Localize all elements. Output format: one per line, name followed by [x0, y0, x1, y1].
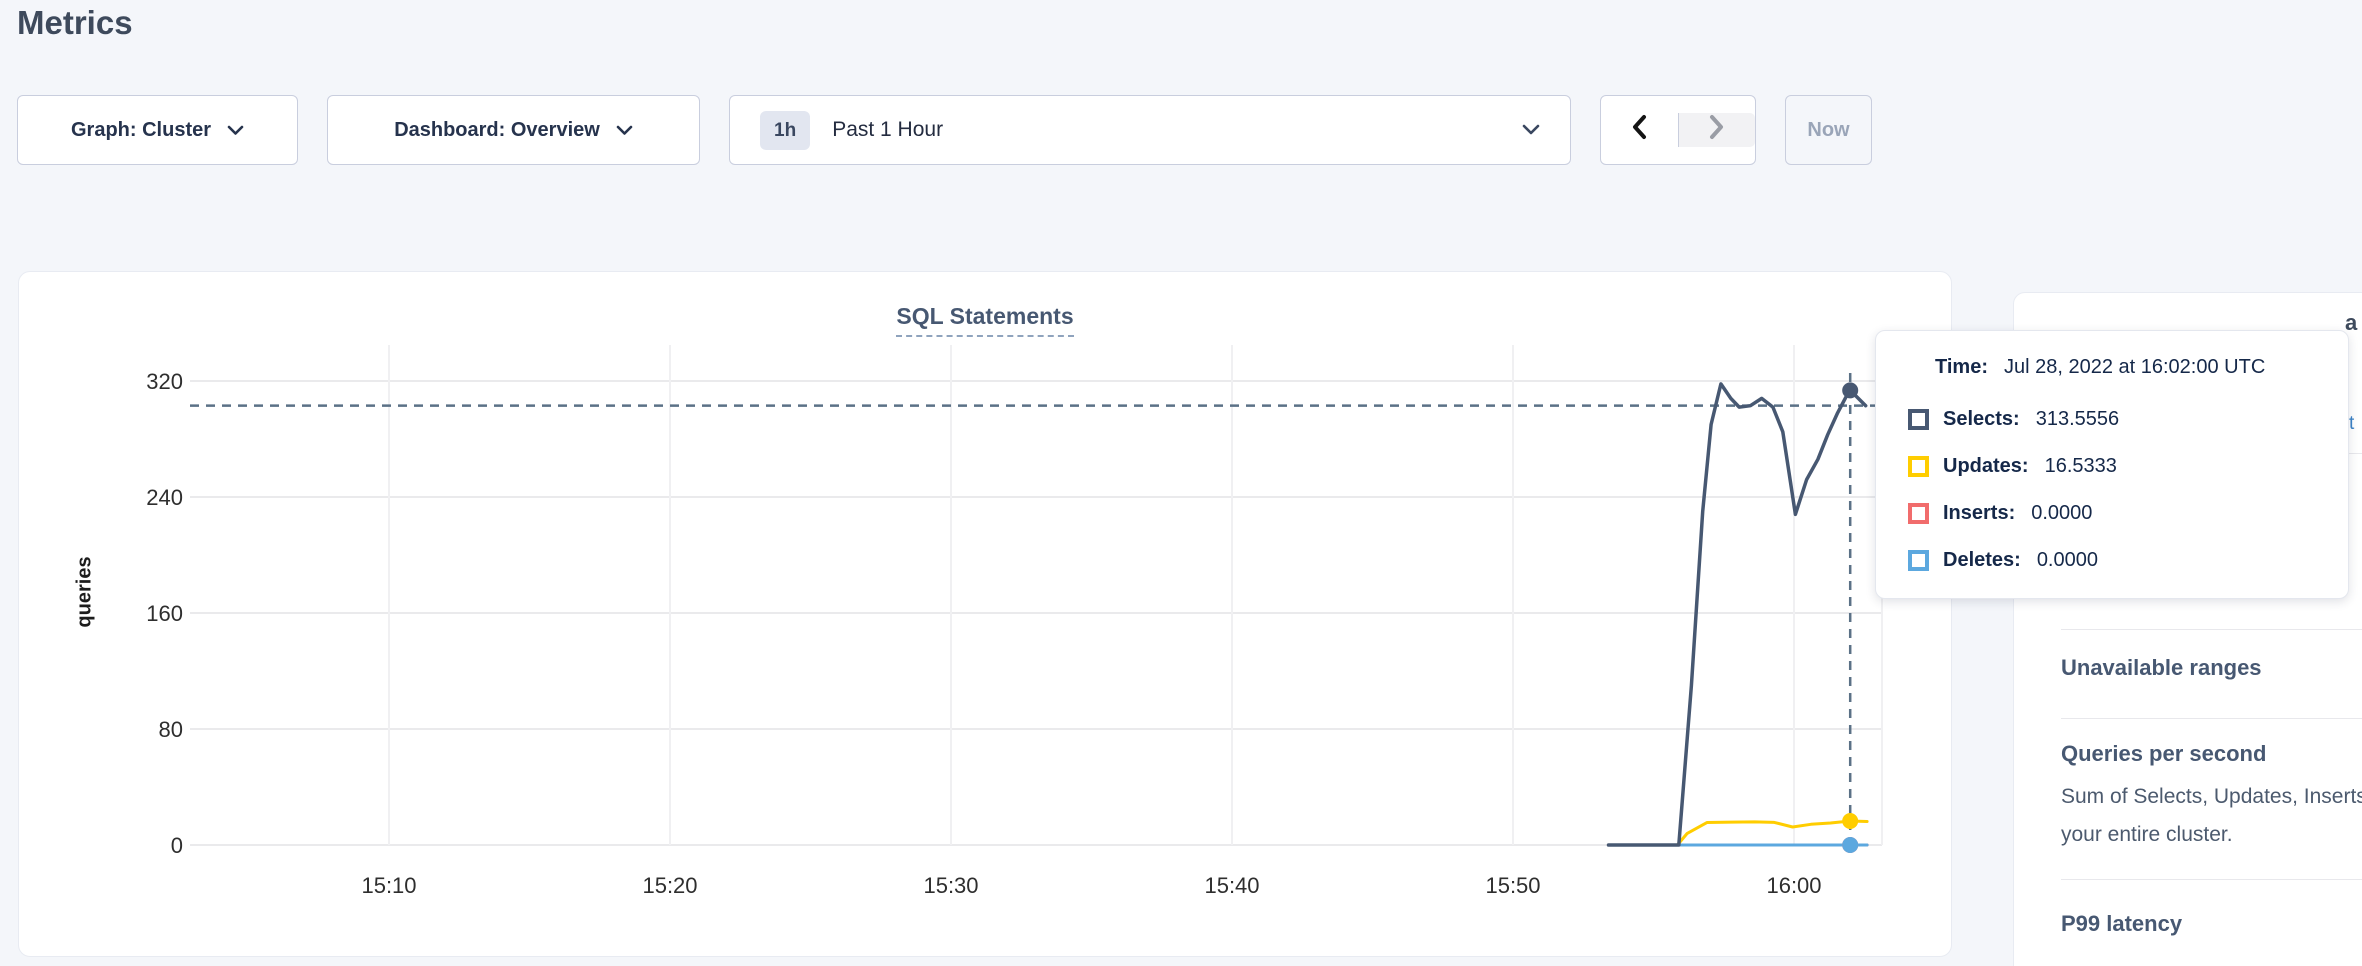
tooltip-series-value: 16.5333 — [2045, 455, 2117, 478]
series-line-selects — [1609, 384, 1866, 845]
x-tick-label: 15:20 — [642, 873, 697, 898]
y-tick-label: 80 — [159, 717, 183, 742]
series-line-updates — [1609, 821, 1868, 845]
tooltip-row-updates: Updates: 16.5333 — [1908, 452, 2117, 480]
y-tick-label: 160 — [146, 601, 183, 626]
tooltip-time-row: Time: Jul 28, 2022 at 16:02:00 UTC — [1935, 353, 2265, 381]
tooltip-series-label: Inserts: — [1943, 502, 2015, 525]
tooltip-time-value: Jul 28, 2022 at 16:02:00 UTC — [2004, 356, 2265, 379]
x-tick-label: 16:00 — [1766, 873, 1821, 898]
tooltip-series-value: 313.5556 — [2036, 408, 2119, 431]
hover-dot-selects — [1842, 382, 1858, 398]
tooltip-row-inserts: Inserts: 0.0000 — [1908, 499, 2092, 527]
x-tick-label: 15:30 — [923, 873, 978, 898]
hover-dot-deletes — [1842, 837, 1858, 853]
selects-swatch-icon — [1908, 409, 1929, 430]
chart-hover-tooltip: Time: Jul 28, 2022 at 16:02:00 UTC Selec… — [1875, 330, 2349, 599]
y-tick-label: 320 — [146, 369, 183, 394]
x-tick-label: 15:10 — [361, 873, 416, 898]
updates-swatch-icon — [1908, 456, 1929, 477]
tooltip-series-value: 0.0000 — [2037, 549, 2098, 572]
tooltip-series-label: Deletes: — [1943, 549, 2021, 572]
y-tick-label: 0 — [171, 833, 183, 858]
y-tick-label: 240 — [146, 485, 183, 510]
x-tick-label: 15:50 — [1485, 873, 1540, 898]
metrics-page: Metrics Graph: Cluster Dashboard: Overvi… — [0, 0, 2362, 966]
tooltip-series-label: Updates: — [1943, 455, 2029, 478]
tooltip-row-deletes: Deletes: 0.0000 — [1908, 546, 2098, 574]
tooltip-time-label: Time: — [1935, 356, 1988, 379]
inserts-swatch-icon — [1908, 503, 1929, 524]
tooltip-series-label: Selects: — [1943, 408, 2020, 431]
tooltip-series-value: 0.0000 — [2031, 502, 2092, 525]
tooltip-row-selects: Selects: 313.5556 — [1908, 405, 2119, 433]
x-tick-label: 15:40 — [1204, 873, 1259, 898]
hover-dot-updates — [1842, 813, 1858, 829]
deletes-swatch-icon — [1908, 550, 1929, 571]
